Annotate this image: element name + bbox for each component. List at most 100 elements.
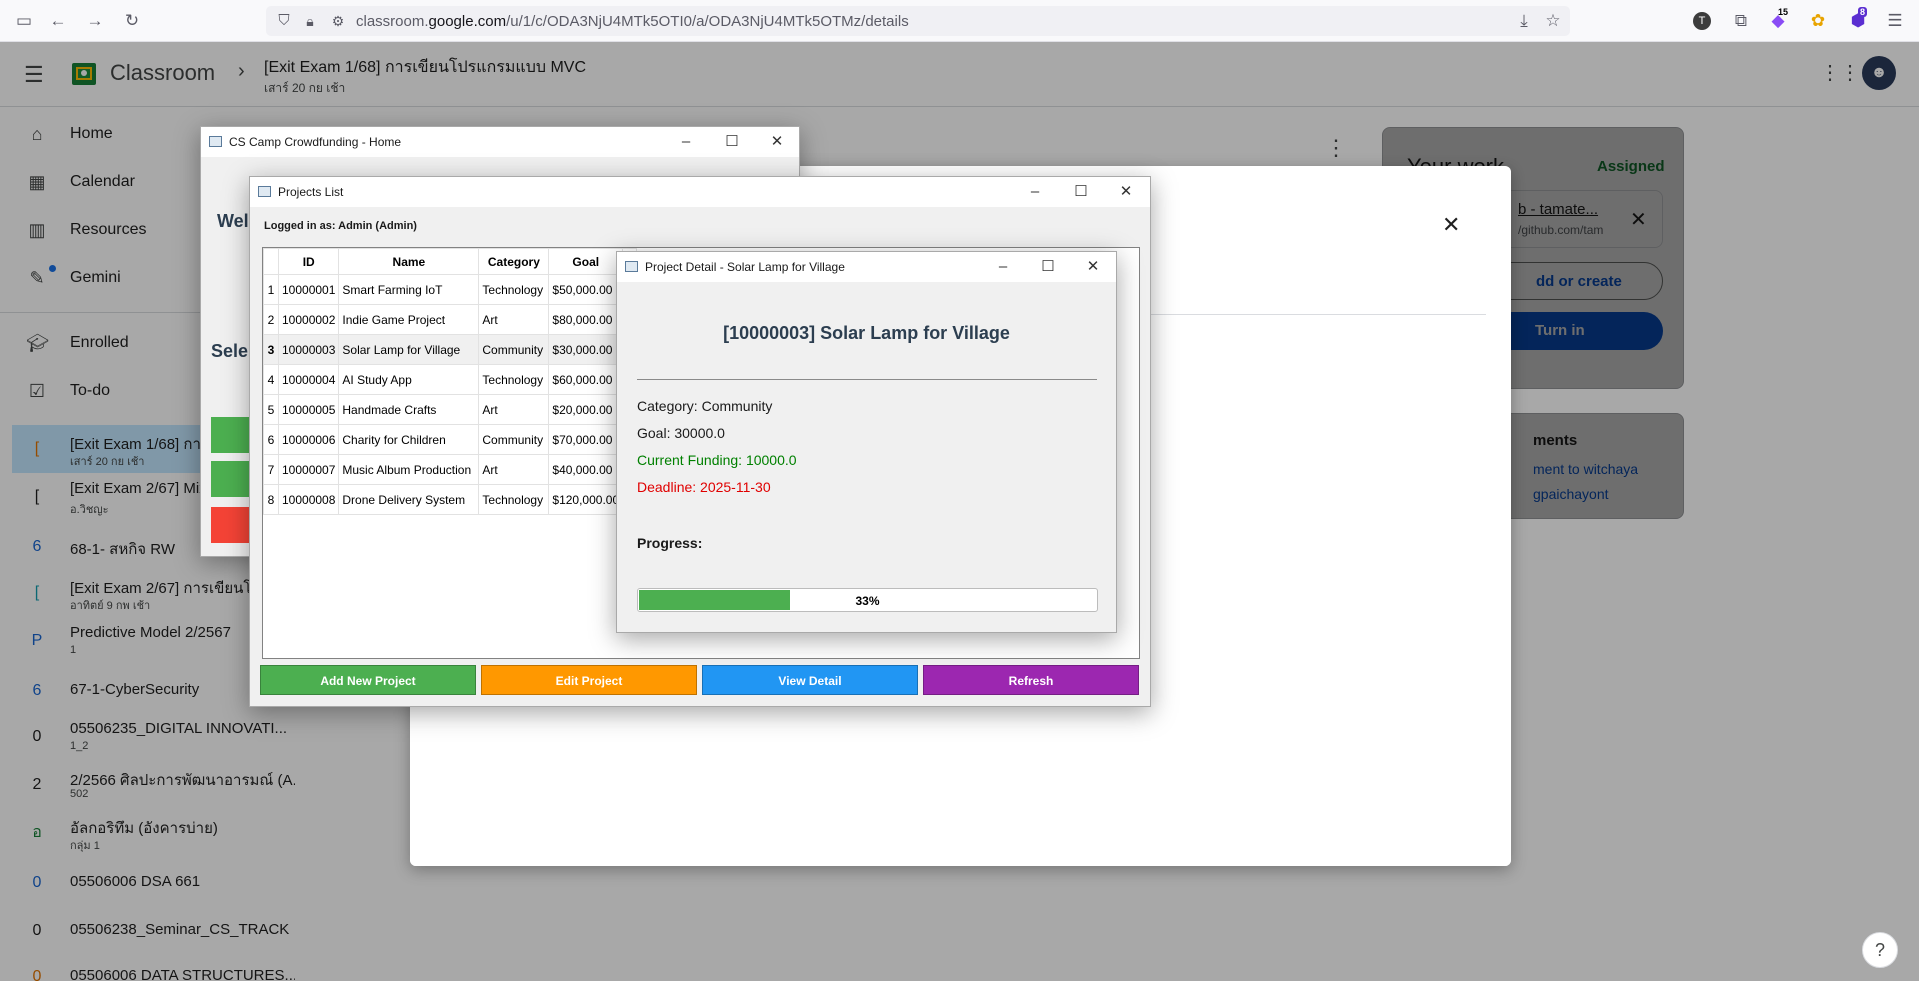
cell-category[interactable]: Art bbox=[478, 304, 550, 335]
cell-id[interactable]: 10000005 bbox=[277, 394, 340, 425]
divider bbox=[637, 379, 1097, 380]
select-label: Sele bbox=[211, 341, 249, 361]
table-row[interactable]: 510000005Handmade CraftsArt$20,000.00$ bbox=[263, 394, 637, 425]
cell-name[interactable]: Music Album Production bbox=[338, 454, 480, 485]
app-window-icon bbox=[258, 186, 271, 197]
extensions-icon[interactable]: ⧉ bbox=[1731, 11, 1751, 31]
cell-goal[interactable]: $120,000.00 bbox=[548, 484, 624, 515]
cell-goal[interactable]: $70,000.00 bbox=[548, 424, 624, 455]
cell-category[interactable]: Technology bbox=[478, 364, 550, 395]
close-window-icon[interactable]: ✕ bbox=[762, 131, 792, 153]
home-green-button-2[interactable] bbox=[211, 461, 251, 497]
cell-name[interactable]: Solar Lamp for Village bbox=[338, 334, 480, 365]
cell-id[interactable]: 10000008 bbox=[277, 484, 340, 515]
cell-category[interactable]: Technology bbox=[478, 484, 550, 515]
window-title: Projects List bbox=[278, 185, 344, 199]
window-title: Project Detail - Solar Lamp for Village bbox=[645, 260, 845, 274]
profile-icon[interactable]: T bbox=[1693, 12, 1711, 30]
corner-header bbox=[263, 248, 279, 275]
home-red-button[interactable] bbox=[211, 507, 251, 543]
project-detail-window: Project Detail - Solar Lamp for Village … bbox=[616, 251, 1117, 633]
bookmark-star-icon[interactable]: ☆ bbox=[1543, 11, 1563, 31]
add-project-button[interactable]: Add New Project bbox=[260, 665, 476, 695]
column-header-category[interactable]: Category bbox=[478, 248, 550, 275]
current-funding-label: Current Funding: 10000.0 bbox=[637, 452, 797, 468]
cell-category[interactable]: Community bbox=[478, 334, 550, 365]
maximize-icon[interactable]: ☐ bbox=[717, 131, 747, 153]
cell-goal[interactable]: $50,000.00 bbox=[548, 274, 624, 305]
cell-id[interactable]: 10000007 bbox=[277, 454, 340, 485]
save-page-icon[interactable]: ⤓ bbox=[1514, 11, 1534, 31]
refresh-button[interactable]: Refresh bbox=[923, 665, 1139, 695]
category-label: Category: Community bbox=[637, 398, 773, 414]
maximize-icon[interactable]: ☐ bbox=[1066, 181, 1096, 203]
cell-goal[interactable]: $40,000.00 bbox=[548, 454, 624, 485]
row-number[interactable]: 1 bbox=[263, 274, 279, 305]
cell-name[interactable]: Handmade Crafts bbox=[338, 394, 480, 425]
column-header-id[interactable]: ID bbox=[277, 248, 340, 275]
row-number[interactable]: 3 bbox=[263, 334, 279, 365]
cell-category[interactable]: Art bbox=[478, 394, 550, 425]
lock-icon[interactable]: 🔒︎ bbox=[300, 11, 320, 31]
cell-id[interactable]: 10000002 bbox=[277, 304, 340, 335]
row-number[interactable]: 5 bbox=[263, 394, 279, 425]
cell-category[interactable]: Art bbox=[478, 454, 550, 485]
column-header-name[interactable]: Name bbox=[338, 248, 480, 275]
table-row[interactable]: 3 10000003 Solar Lamp for Village Community… bbox=[263, 334, 637, 365]
cell-goal[interactable]: $30,000.00 bbox=[548, 334, 624, 365]
view-detail-button[interactable]: View Detail bbox=[702, 665, 918, 695]
home-green-button[interactable] bbox=[211, 417, 251, 453]
reload-icon[interactable]: ↻ bbox=[122, 11, 142, 31]
minimize-icon[interactable]: – bbox=[671, 131, 701, 153]
cell-id[interactable]: 10000001 bbox=[277, 274, 340, 305]
menu-icon[interactable]: ☰ bbox=[1885, 11, 1905, 31]
row-number[interactable]: 7 bbox=[263, 454, 279, 485]
back-icon[interactable]: ← bbox=[48, 11, 68, 31]
shield-icon[interactable]: ⛉ bbox=[274, 11, 294, 31]
cell-id[interactable]: 10000004 bbox=[277, 364, 340, 395]
table-row[interactable]: 2 10000002 Indie Game Project Art $80,000.00… bbox=[263, 304, 637, 335]
projects-window-titlebar: Projects List – ☐ ✕ bbox=[250, 177, 1150, 207]
table-row[interactable]: 4 10000004 AI Study App Technology $60,000.0… bbox=[263, 364, 637, 395]
table-row[interactable]: 6 10000006 Charity for Children Community $7… bbox=[263, 424, 637, 455]
minimize-icon[interactable]: – bbox=[1020, 181, 1050, 203]
url-text[interactable]: classroom.google.com/u/1/c/ODA3NjU4MTk5O… bbox=[356, 13, 909, 30]
row-number[interactable]: 4 bbox=[263, 364, 279, 395]
close-window-icon[interactable]: ✕ bbox=[1078, 256, 1108, 278]
cell-id[interactable]: 10000003 bbox=[277, 334, 340, 365]
row-number[interactable]: 6 bbox=[263, 424, 279, 455]
cell-name[interactable]: Indie Game Project bbox=[338, 304, 480, 335]
forward-icon[interactable]: → bbox=[85, 11, 105, 31]
sidebar-toggle-icon[interactable]: ▭ bbox=[14, 11, 34, 31]
progress-bar: 33% bbox=[637, 588, 1098, 612]
edit-project-button[interactable]: Edit Project bbox=[481, 665, 697, 695]
goal-label: Goal: 30000.0 bbox=[637, 425, 725, 441]
column-header-goal[interactable]: Goal bbox=[548, 248, 624, 275]
table-row[interactable]: 1 10000001 Smart Farming IoT Technology $50,… bbox=[263, 274, 637, 305]
extension-fox-icon[interactable]: ✿ bbox=[1808, 11, 1828, 31]
table-row[interactable]: 8 10000008 Drone Delivery System Technology… bbox=[263, 484, 637, 515]
cell-name[interactable]: AI Study App bbox=[338, 364, 480, 395]
detail-window-titlebar: Project Detail - Solar Lamp for Village … bbox=[617, 252, 1116, 282]
close-modal-icon[interactable]: ✕ bbox=[1442, 212, 1460, 238]
cell-category[interactable]: Technology bbox=[478, 274, 550, 305]
help-icon[interactable]: ? bbox=[1862, 932, 1898, 968]
maximize-icon[interactable]: ☐ bbox=[1033, 256, 1063, 278]
minimize-icon[interactable]: – bbox=[988, 256, 1018, 278]
app-window-icon bbox=[625, 261, 638, 272]
cell-goal[interactable]: $20,000.00 bbox=[548, 394, 624, 425]
cell-category[interactable]: Community bbox=[478, 424, 550, 455]
cell-name[interactable]: Charity for Children bbox=[338, 424, 480, 455]
cell-name[interactable]: Smart Farming IoT bbox=[338, 274, 480, 305]
permissions-icon[interactable]: ⚙ bbox=[328, 11, 348, 31]
cell-goal[interactable]: $60,000.00 bbox=[548, 364, 624, 395]
close-window-icon[interactable]: ✕ bbox=[1111, 181, 1141, 203]
cell-name[interactable]: Drone Delivery System bbox=[338, 484, 480, 515]
cell-id[interactable]: 10000006 bbox=[277, 424, 340, 455]
extension-badge-count-2: 8 bbox=[1858, 7, 1868, 17]
row-number[interactable]: 2 bbox=[263, 304, 279, 335]
table-row[interactable]: 7 10000007 Music Album Production Art $40,00… bbox=[263, 454, 637, 485]
projects-grid: ID Name Category Goal 1 10000001 Smart Far… bbox=[263, 248, 637, 515]
cell-goal[interactable]: $80,000.00 bbox=[548, 304, 624, 335]
row-number[interactable]: 8 bbox=[263, 484, 279, 515]
